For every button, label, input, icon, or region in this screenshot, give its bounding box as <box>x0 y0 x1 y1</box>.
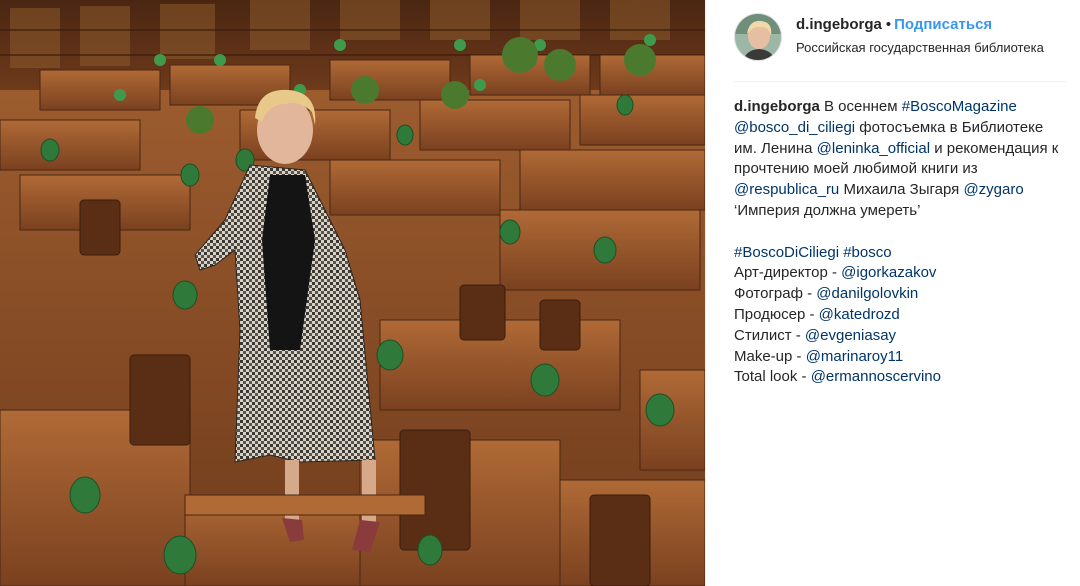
caption-paragraph-main: d.ingeborga В осеннем #BoscoMagazine @bo… <box>734 97 1066 222</box>
location-link[interactable]: Российская государственная библиотека <box>796 40 1044 55</box>
mention-link[interactable]: @evgeniasay <box>805 327 896 344</box>
caption-hashtags: #BoscoDiCiliegi #bosco <box>734 243 1066 264</box>
mention-link[interactable]: @danilgolovkin <box>816 285 918 302</box>
avatar-photo <box>735 14 781 60</box>
post-caption: d.ingeborga В осеннем #BoscoMagazine @bo… <box>734 97 1066 388</box>
credit-line: Total look - @ermannoscervino <box>734 367 1066 388</box>
credit-line: Продюсер - @katedrozd <box>734 305 1066 326</box>
avatar[interactable] <box>734 13 782 61</box>
caption-text: ‘Империя должна умереть’ <box>734 201 921 219</box>
post-side-panel: d.ingeborga • Подписаться Российская госуд… <box>705 0 1080 586</box>
mention-link[interactable]: @zygaro <box>963 181 1023 198</box>
credit-line: Стилист - @evgeniasay <box>734 326 1066 347</box>
library-photo-illustration <box>0 0 705 586</box>
header-separator: • <box>885 16 892 33</box>
header-username[interactable]: d.ingeborga <box>796 16 882 33</box>
credit-role: Make-up - <box>734 347 806 365</box>
hashtag-link[interactable]: #BoscoDiCiliegi <box>734 244 839 261</box>
credit-role: Total look - <box>734 368 811 386</box>
mention-link[interactable]: @igorkazakov <box>841 264 936 281</box>
mention-link[interactable]: @katedrozd <box>819 306 900 323</box>
mention-link[interactable]: @ermannoscervino <box>811 368 941 385</box>
post-photo[interactable] <box>0 0 705 586</box>
header-title-row: d.ingeborga • Подписаться <box>796 16 992 33</box>
credit-line: Арт-директор - @igorkazakov <box>734 263 1066 284</box>
caption-text: Михаила Зыгаря <box>839 181 964 199</box>
credit-role: Фотограф - <box>734 285 817 303</box>
post-header: d.ingeborga • Подписаться Российская госуд… <box>734 10 1066 82</box>
credit-role: Продюсер - <box>734 305 819 323</box>
credit-line: Фотограф - @danilgolovkin <box>734 284 1066 305</box>
mention-link[interactable]: @marinaroy11 <box>806 348 904 365</box>
caption-username[interactable]: d.ingeborga <box>734 98 820 115</box>
credit-line: Make-up - @marinaroy11 <box>734 347 1066 368</box>
credit-role: Стилист - <box>734 326 805 344</box>
credit-role: Арт-директор - <box>734 264 842 282</box>
hashtag-link[interactable]: #bosco <box>843 244 891 261</box>
mention-link[interactable]: @leninka_official <box>817 140 930 157</box>
hashtag-link[interactable]: #BoscoMagazine <box>902 98 1017 115</box>
caption-text: В осеннем <box>819 98 902 115</box>
follow-button[interactable]: Подписаться <box>894 16 992 33</box>
mention-link[interactable]: @bosco_di_ciliegi <box>734 119 855 136</box>
mention-link[interactable]: @respublica_ru <box>734 181 839 198</box>
